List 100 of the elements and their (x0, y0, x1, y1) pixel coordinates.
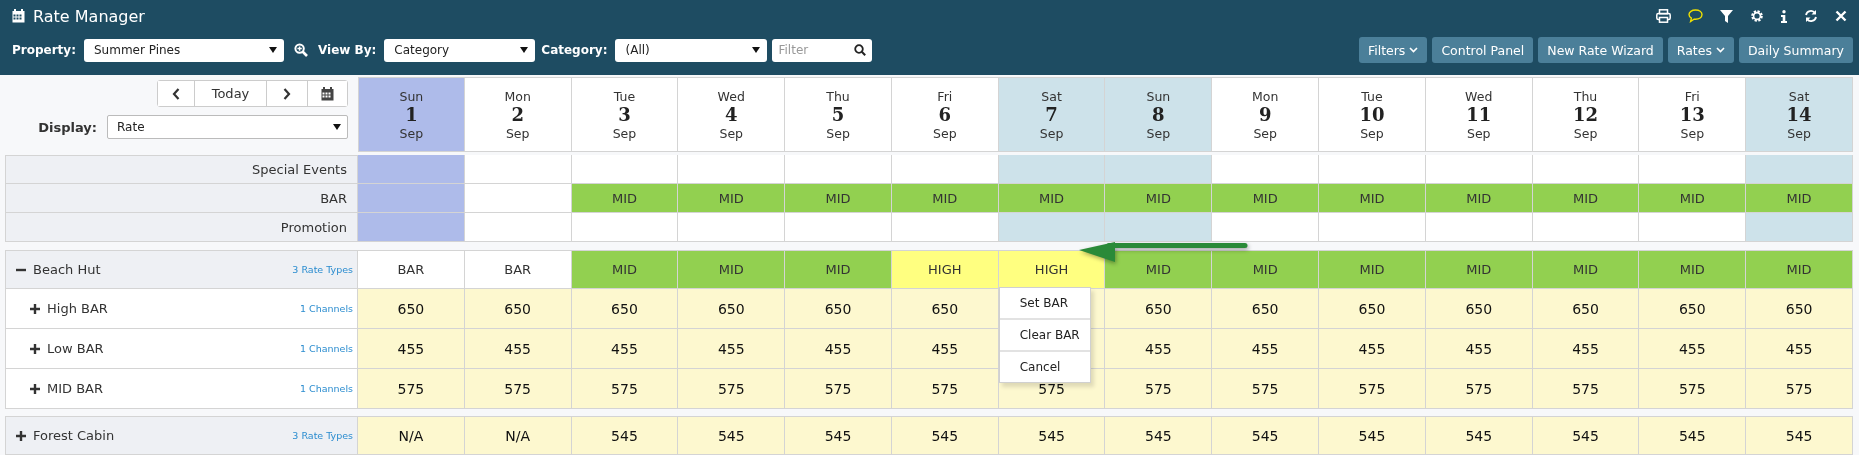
rate-cell[interactable]: 650 (1425, 289, 1533, 329)
rate-cell[interactable]: 575 (1639, 369, 1747, 409)
rate-cell[interactable]: 650 (1639, 289, 1747, 329)
rate-cell[interactable]: 650 (1105, 289, 1213, 329)
level-cell[interactable]: MID (1212, 250, 1320, 289)
rate-cell[interactable]: 455 (464, 329, 572, 369)
filter-field[interactable]: Filter (772, 38, 873, 62)
expand-icon[interactable] (16, 430, 26, 441)
rate-cell[interactable]: 575 (1319, 369, 1426, 409)
toolbar-button[interactable]: Rates (1667, 37, 1734, 63)
rate-cell[interactable]: 455 (785, 329, 892, 369)
day-header[interactable]: Wed 11 Sep (1425, 77, 1533, 152)
rate-cell[interactable]: 650 (1212, 289, 1320, 329)
channels-link[interactable]: 1 Channels (300, 343, 353, 354)
rate-cell[interactable]: 575 (1425, 369, 1533, 409)
rate-cell[interactable]: 545 (891, 416, 999, 455)
rate-cell[interactable]: 650 (464, 289, 572, 329)
select-field[interactable]: Category (384, 38, 536, 62)
rate-cell[interactable]: 455 (1639, 329, 1747, 369)
settings-icon[interactable] (1750, 9, 1764, 23)
channels-link[interactable]: 1 Channels (300, 383, 353, 394)
rate-cell[interactable]: 545 (785, 416, 892, 455)
rate-cell[interactable]: 650 (891, 289, 999, 329)
level-cell[interactable]: MID (1425, 250, 1533, 289)
rate-cell[interactable]: 545 (1425, 416, 1533, 455)
day-header[interactable]: Sun 1 Sep (358, 77, 465, 152)
rate-cell[interactable]: 545 (571, 416, 679, 455)
rate-cell[interactable]: 575 (1212, 369, 1320, 409)
level-cell[interactable]: MID (1746, 250, 1853, 289)
rate-cell[interactable]: 575 (571, 369, 679, 409)
day-header[interactable]: Sat 14 Sep (1746, 77, 1853, 152)
rate-cell[interactable]: 455 (1212, 329, 1320, 369)
day-header[interactable]: Sun 8 Sep (1105, 77, 1213, 152)
expand-icon[interactable] (30, 343, 40, 354)
close-icon[interactable] (1835, 10, 1847, 22)
rate-cell[interactable]: 650 (785, 289, 892, 329)
previous-button[interactable] (158, 81, 195, 106)
rate-cell[interactable]: 545 (998, 416, 1106, 455)
rate-cell[interactable]: 575 (678, 369, 786, 409)
day-header[interactable]: Sat 7 Sep (998, 77, 1106, 152)
level-cell[interactable]: HIGH (998, 250, 1106, 289)
day-header[interactable]: Fri 13 Sep (1639, 77, 1747, 152)
rate-cell[interactable]: 455 (1105, 329, 1213, 369)
toolbar-button[interactable]: Filters (1358, 37, 1428, 63)
filter-icon[interactable] (1720, 9, 1733, 23)
level-cell[interactable]: MID (571, 250, 679, 289)
zoom-in-icon[interactable] (293, 43, 308, 57)
toolbar-button[interactable]: Daily Summary (1739, 37, 1853, 63)
rate-cell[interactable]: 650 (1746, 289, 1853, 329)
level-cell[interactable]: MID (1532, 250, 1640, 289)
rate-cell[interactable]: 650 (1532, 289, 1640, 329)
level-cell[interactable]: MID (1639, 250, 1747, 289)
rate-cell[interactable]: N/A (358, 416, 465, 455)
rate-cell[interactable]: 545 (1639, 416, 1747, 455)
rate-cell[interactable]: 575 (785, 369, 892, 409)
rate-cell[interactable]: 575 (1746, 369, 1853, 409)
select-field[interactable]: (All) (615, 38, 768, 62)
rate-cell[interactable]: 545 (1105, 416, 1213, 455)
expand-icon[interactable] (30, 383, 40, 394)
rate-cell[interactable]: 575 (1105, 369, 1213, 409)
print-icon[interactable] (1656, 9, 1671, 23)
level-cell[interactable]: MID (785, 250, 892, 289)
day-header[interactable]: Wed 4 Sep (678, 77, 786, 152)
rate-cell[interactable]: 545 (1746, 416, 1853, 455)
level-cell[interactable]: BAR (464, 250, 572, 289)
chat-icon[interactable] (1688, 9, 1703, 23)
level-cell[interactable]: HIGH (891, 250, 999, 289)
rate-cell[interactable]: 455 (571, 329, 679, 369)
rate-cell[interactable]: 575 (891, 369, 999, 409)
rate-cell[interactable]: 455 (1319, 329, 1426, 369)
rate-cell[interactable]: 455 (891, 329, 999, 369)
refresh-icon[interactable] (1804, 9, 1818, 23)
rate-cell[interactable]: 455 (678, 329, 786, 369)
day-header[interactable]: Fri 6 Sep (891, 77, 999, 152)
channels-link[interactable]: 1 Channels (300, 303, 353, 314)
rate-cell[interactable]: 575 (358, 369, 465, 409)
rate-cell[interactable]: 545 (1212, 416, 1320, 455)
toolbar-button[interactable]: Control Panel (1432, 37, 1534, 63)
rate-cell[interactable]: 455 (1532, 329, 1640, 369)
expand-icon[interactable] (30, 303, 40, 314)
level-cell[interactable]: MID (1105, 250, 1213, 289)
day-header[interactable]: Tue 3 Sep (571, 77, 679, 152)
rate-cell[interactable]: 545 (1319, 416, 1426, 455)
day-header[interactable]: Thu 5 Sep (785, 77, 892, 152)
rate-cell[interactable]: 650 (678, 289, 786, 329)
day-header[interactable]: Thu 12 Sep (1532, 77, 1640, 152)
rate-cell[interactable]: 545 (1532, 416, 1640, 455)
rate-cell[interactable]: 650 (358, 289, 465, 329)
rate-cell[interactable]: 650 (571, 289, 679, 329)
info-icon[interactable] (1781, 9, 1787, 23)
level-cell[interactable]: MID (678, 250, 786, 289)
rate-cell[interactable]: 575 (1532, 369, 1640, 409)
rate-cell[interactable]: 650 (1319, 289, 1426, 329)
rate-cell[interactable]: 575 (464, 369, 572, 409)
select-field[interactable]: Summer Pines (83, 38, 284, 62)
rate-cell[interactable]: 455 (1425, 329, 1533, 369)
level-cell[interactable]: BAR (358, 250, 465, 289)
rate-cell[interactable]: 455 (358, 329, 465, 369)
rate-cell[interactable]: 455 (1746, 329, 1853, 369)
day-header[interactable]: Mon 9 Sep (1212, 77, 1320, 152)
